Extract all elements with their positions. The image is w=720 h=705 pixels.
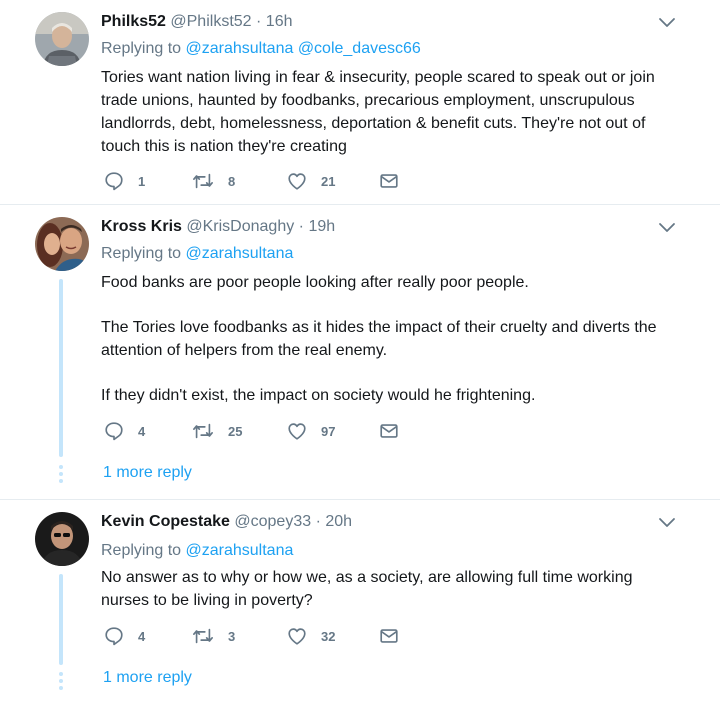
reply-button[interactable]: 4 [103, 420, 145, 442]
display-name[interactable]: Kevin Copestake [101, 513, 230, 530]
chevron-down-icon[interactable] [658, 221, 676, 233]
tweet-paragraph: No answer as to why or how we, as a soci… [101, 569, 633, 609]
tweet-text: Food banks are poor people looking after… [101, 271, 681, 407]
replying-to-label: Replying to [101, 245, 182, 262]
direct-message-button[interactable] [378, 170, 400, 192]
avatar[interactable] [35, 12, 89, 66]
reply-count: 1 [138, 173, 146, 189]
tweet-paragraph: If they didn't exist, the impact on soci… [101, 387, 536, 404]
replying-to-label: Replying to [101, 542, 182, 559]
retweet-count: 25 [228, 423, 243, 439]
replying-to: Replying to @zarahsultana [101, 244, 293, 264]
chevron-down-icon[interactable] [658, 16, 676, 28]
like-icon [288, 173, 306, 190]
user-handle[interactable]: @KrisDonaghy [186, 218, 294, 235]
tweet-text: Tories want nation living in fear & inse… [101, 66, 681, 158]
replying-to-label: Replying to [101, 40, 182, 57]
thread-line [59, 279, 63, 457]
avatar[interactable] [35, 512, 89, 566]
retweet-count: 3 [228, 628, 236, 644]
like-count: 97 [321, 423, 336, 439]
tweet-kross-kris[interactable]: Kross Kris @KrisDonaghy · 19h Replying t… [0, 205, 720, 495]
tweet-text: No answer as to why or how we, as a soci… [101, 566, 681, 612]
separator-dot: · [298, 218, 304, 235]
tweet-paragraph: Food banks are poor people looking after… [101, 274, 529, 291]
retweet-count: 8 [228, 173, 236, 189]
mention-link[interactable]: @cole_davesc66 [298, 40, 421, 57]
timestamp[interactable]: 20h [325, 513, 352, 530]
more-replies-link[interactable]: 1 more reply [103, 463, 192, 483]
reply-icon [105, 422, 123, 441]
like-icon [288, 628, 306, 645]
mention-link[interactable]: @zarahsultana [186, 542, 294, 559]
separator-dot: · [315, 513, 321, 530]
separator-dot: · [256, 13, 262, 30]
tweet-paragraph: The Tories love foodbanks as it hides th… [101, 319, 657, 359]
retweet-icon [193, 628, 213, 644]
reply-count: 4 [138, 628, 146, 644]
reply-icon [105, 627, 123, 646]
direct-message-button[interactable] [378, 625, 400, 647]
tweet-actions: 4 3 32 [103, 625, 423, 647]
timestamp[interactable]: 19h [308, 218, 335, 235]
tweet-header: Kross Kris @KrisDonaghy · 19h [101, 217, 335, 237]
like-icon [288, 423, 306, 440]
avatar-photo [35, 217, 89, 271]
tweet-actions: 1 8 21 [103, 170, 423, 192]
tweet-header: Philks52 @Philkst52 · 16h [101, 12, 293, 32]
user-handle[interactable]: @copey33 [234, 513, 311, 530]
mention-link[interactable]: @zarahsultana [186, 40, 294, 57]
direct-message-icon [380, 174, 398, 188]
tweet-actions: 4 25 97 [103, 420, 423, 442]
thread-line [59, 574, 63, 665]
direct-message-button[interactable] [378, 420, 400, 442]
reply-button[interactable]: 4 [103, 625, 145, 647]
display-name[interactable]: Philks52 [101, 13, 166, 30]
like-button[interactable]: 32 [286, 625, 335, 647]
retweet-icon [193, 173, 213, 189]
replying-to: Replying to @zarahsultana [101, 541, 293, 561]
tweet-header: Kevin Copestake @copey33 · 20h [101, 512, 352, 532]
replying-to: Replying to @zarahsultana @cole_davesc66 [101, 39, 421, 59]
tweet-kevin-copestake[interactable]: Kevin Copestake @copey33 · 20h Replying … [0, 500, 720, 705]
direct-message-icon [380, 629, 398, 643]
reply-count: 4 [138, 423, 146, 439]
tweet-philks52[interactable]: Philks52 @Philkst52 · 16h Replying to @z… [0, 0, 720, 200]
reply-icon [105, 172, 123, 191]
retweet-button[interactable]: 8 [191, 170, 235, 192]
direct-message-icon [380, 424, 398, 438]
retweet-button[interactable]: 3 [191, 625, 235, 647]
more-replies-link[interactable]: 1 more reply [103, 668, 192, 688]
thread-dots [59, 672, 63, 693]
timestamp[interactable]: 16h [266, 13, 293, 30]
display-name[interactable]: Kross Kris [101, 218, 182, 235]
like-count: 21 [321, 173, 336, 189]
tweet-paragraph: Tories want nation living in fear & inse… [101, 69, 655, 155]
thread-dots [59, 465, 63, 486]
avatar[interactable] [35, 217, 89, 271]
avatar-photo [35, 12, 89, 66]
user-handle[interactable]: @Philkst52 [170, 13, 251, 30]
retweet-icon [193, 423, 213, 439]
like-button[interactable]: 97 [286, 420, 335, 442]
chevron-down-icon[interactable] [658, 516, 676, 528]
avatar-photo [35, 512, 89, 566]
like-count: 32 [321, 628, 336, 644]
reply-button[interactable]: 1 [103, 170, 145, 192]
like-button[interactable]: 21 [286, 170, 335, 192]
mention-link[interactable]: @zarahsultana [186, 245, 294, 262]
retweet-button[interactable]: 25 [191, 420, 242, 442]
